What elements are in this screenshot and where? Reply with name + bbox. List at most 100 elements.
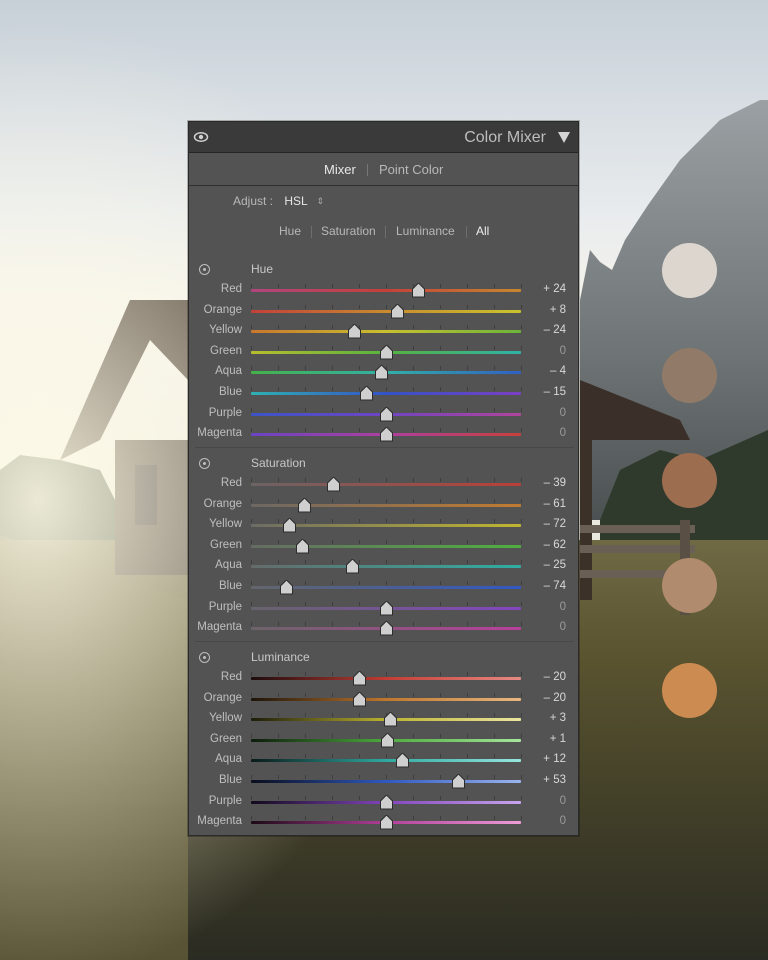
slider-thumb-icon[interactable] [380,406,393,422]
slider-track[interactable] [251,497,522,513]
slider-tick [440,519,441,524]
slider-tick [278,622,279,627]
slider-thumb-icon[interactable] [380,427,393,442]
slider-thumb-icon[interactable] [374,365,388,380]
slider-value[interactable]: 0 [529,407,566,419]
slider-thumb-icon[interactable] [380,344,393,360]
target-icon[interactable] [199,458,210,469]
slider-value[interactable]: 0 [529,427,566,439]
slider-track[interactable] [251,621,522,636]
slider-thumb-icon[interactable] [296,538,310,554]
slider-thumb-icon[interactable] [451,774,465,789]
slider-tick [413,560,414,565]
slider-track[interactable] [251,365,522,380]
slider-thumb-icon[interactable] [353,691,366,707]
slider-value[interactable]: – 72 [529,518,566,530]
slider-value[interactable]: – 20 [529,692,566,704]
slider-thumb-icon[interactable] [346,559,360,574]
slider-tick [413,498,414,503]
slider-value[interactable]: – 61 [529,498,566,510]
slider-value[interactable]: + 24 [529,283,566,295]
adjust-value[interactable]: HSL [284,194,307,208]
slider-track[interactable] [251,712,522,727]
slider-value[interactable]: – 74 [529,580,566,592]
slider-track[interactable] [251,427,522,442]
slider-track[interactable] [251,406,522,422]
slider-thumb-icon[interactable] [380,794,393,810]
slider-track[interactable] [251,753,522,768]
slider-thumb-icon[interactable] [280,580,294,595]
updown-arrows-icon[interactable]: ⇕ [317,196,325,206]
slider-track[interactable] [251,386,522,401]
tab-hue[interactable]: Hue [279,224,301,238]
slider-value[interactable]: – 39 [529,477,566,489]
slider-value[interactable]: + 53 [529,774,566,786]
target-icon[interactable] [199,264,210,275]
slider-value[interactable]: – 25 [529,559,566,571]
slider-tick [467,387,468,391]
slider-value[interactable]: – 24 [529,324,566,336]
slider-value[interactable]: + 1 [529,733,566,745]
slider-track[interactable] [251,518,522,533]
slider-thumb-icon[interactable] [380,600,393,616]
tab-luminance[interactable]: Luminance [396,224,455,238]
slider-track[interactable] [251,538,522,554]
slider-track[interactable] [251,815,522,830]
slider-thumb-icon[interactable] [297,497,311,513]
slider-value[interactable]: 0 [529,601,566,613]
slider-value[interactable]: 0 [529,795,566,807]
slider-track[interactable] [251,600,522,616]
slider-track[interactable] [251,732,522,748]
slider-tick [251,560,252,565]
slider-value[interactable]: 0 [529,621,566,633]
slider-thumb-icon[interactable] [380,815,393,830]
slider-tick [332,345,333,350]
slider-track[interactable] [251,477,522,492]
slider-track[interactable] [251,303,522,319]
slider-value[interactable]: – 4 [529,365,566,377]
slider-track[interactable] [251,774,522,789]
slider-thumb-icon[interactable] [390,303,404,319]
mode-mixer[interactable]: Mixer [324,162,356,177]
slider-value[interactable]: – 20 [529,671,566,683]
slider-value[interactable]: 0 [529,815,566,827]
slider-thumb-icon[interactable] [282,518,296,533]
slider-thumb-icon[interactable] [381,732,395,748]
target-icon[interactable] [199,652,210,663]
slider-track[interactable] [251,283,522,298]
slider-label: Blue [218,386,242,398]
slider-track[interactable] [251,344,522,360]
slider-value[interactable]: – 62 [529,539,566,551]
slider-thumb-icon[interactable] [396,753,410,768]
slider-track[interactable] [251,580,522,595]
triangle-down-icon[interactable] [558,132,570,143]
slider-row-green: Green + 1 [189,730,580,750]
panel-header[interactable]: Color Mixer [189,122,578,153]
tab-saturation[interactable]: Saturation [321,224,376,238]
slider-thumb-icon[interactable] [380,621,393,636]
mode-point-color[interactable]: Point Color [379,162,443,177]
slider-track[interactable] [251,794,522,810]
slider-thumb-icon[interactable] [347,324,361,339]
slider-tick [494,733,495,738]
slider-tick [440,325,441,330]
slider-thumb-icon[interactable] [412,283,426,298]
slider-thumb-icon[interactable] [384,712,398,727]
tab-all[interactable]: All [476,224,489,238]
slider-track[interactable] [251,671,522,686]
adjust-selector[interactable]: Adjust : HSL ⇕ [233,194,324,208]
slider-value[interactable]: + 3 [529,712,566,724]
slider-track[interactable] [251,559,522,574]
slider-value[interactable]: – 15 [529,386,566,398]
slider-value[interactable]: 0 [529,345,566,357]
slider-thumb-icon[interactable] [327,477,341,492]
eye-icon[interactable] [193,130,209,144]
slider-track[interactable] [251,324,522,339]
slider-value[interactable]: + 8 [529,304,566,316]
slider-tick [278,284,279,288]
slider-thumb-icon[interactable] [353,671,366,686]
panel-title: Color Mixer [464,129,546,146]
slider-value[interactable]: + 12 [529,753,566,765]
slider-thumb-icon[interactable] [359,386,373,401]
slider-track[interactable] [251,691,522,707]
